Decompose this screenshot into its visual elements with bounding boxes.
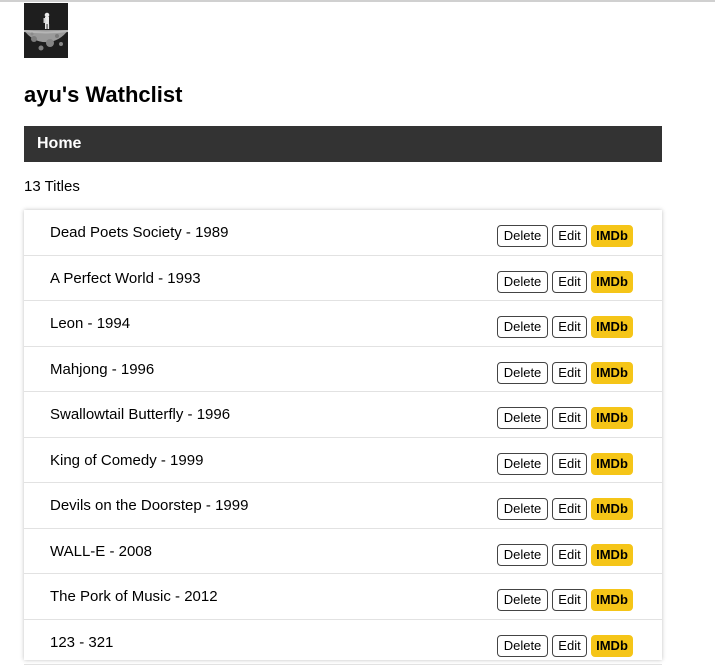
imdb-button[interactable]: IMDb: [591, 453, 633, 475]
edit-button[interactable]: Edit: [552, 271, 587, 293]
delete-button[interactable]: Delete: [497, 544, 548, 566]
list-item: Leon - 1994 Delete Edit IMDb: [24, 301, 662, 347]
title-count: 13 Titles: [24, 178, 80, 196]
list-item: The Pork of Music - 2012 Delete Edit IMD…: [24, 574, 662, 620]
edit-button[interactable]: Edit: [552, 453, 587, 475]
list-item: Mahjong - 1996 Delete Edit IMDb: [24, 347, 662, 393]
list-item: King of Comedy - 1999 Delete Edit IMDb: [24, 438, 662, 484]
imdb-button[interactable]: IMDb: [591, 316, 633, 338]
edit-button[interactable]: Edit: [552, 362, 587, 384]
edit-button[interactable]: Edit: [552, 498, 587, 520]
item-title: Dead Poets Society - 1989: [50, 224, 228, 242]
imdb-button[interactable]: IMDb: [591, 271, 633, 293]
imdb-button[interactable]: IMDb: [591, 589, 633, 611]
edit-button[interactable]: Edit: [552, 316, 587, 338]
navbar: Home: [24, 126, 662, 162]
delete-button[interactable]: Delete: [497, 453, 548, 475]
imdb-button[interactable]: IMDb: [591, 407, 633, 429]
edit-button[interactable]: Edit: [552, 544, 587, 566]
watchlist: Dead Poets Society - 1989 Delete Edit IM…: [24, 210, 662, 660]
list-item: Devils on the Doorstep - 1999 Delete Edi…: [24, 483, 662, 529]
item-title: Swallowtail Butterfly - 1996: [50, 406, 230, 424]
item-title: WALL-E - 2008: [50, 543, 152, 561]
edit-button[interactable]: Edit: [552, 407, 587, 429]
delete-button[interactable]: Delete: [497, 225, 548, 247]
edit-button[interactable]: Edit: [552, 589, 587, 611]
item-title: Devils on the Doorstep - 1999: [50, 497, 248, 515]
item-title: 123 - 321: [50, 634, 113, 652]
item-actions: Delete Edit IMDb: [497, 271, 633, 293]
item-actions: Delete Edit IMDb: [497, 362, 633, 384]
page-title: ayu's Wathclist: [24, 81, 182, 109]
item-actions: Delete Edit IMDb: [497, 589, 633, 611]
item-title: King of Comedy - 1999: [50, 452, 203, 470]
item-title: The Pork of Music - 2012: [50, 588, 218, 606]
item-actions: Delete Edit IMDb: [497, 453, 633, 475]
item-actions: Delete Edit IMDb: [497, 316, 633, 338]
top-border: [0, 0, 715, 2]
item-actions: Delete Edit IMDb: [497, 407, 633, 429]
delete-button[interactable]: Delete: [497, 589, 548, 611]
imdb-button[interactable]: IMDb: [591, 544, 633, 566]
list-item: Swallowtail Butterfly - 1996 Delete Edit…: [24, 392, 662, 438]
list-item: WALL-E - 2008 Delete Edit IMDb: [24, 529, 662, 575]
moon-astronaut-icon: [24, 3, 68, 58]
list-item: 123 - 321 Delete Edit IMDb: [24, 620, 662, 665]
item-title: Mahjong - 1996: [50, 361, 154, 379]
delete-button[interactable]: Delete: [497, 407, 548, 429]
delete-button[interactable]: Delete: [497, 316, 548, 338]
nav-home-link[interactable]: Home: [37, 135, 81, 153]
delete-button[interactable]: Delete: [497, 362, 548, 384]
imdb-button[interactable]: IMDb: [591, 362, 633, 384]
imdb-button[interactable]: IMDb: [591, 498, 633, 520]
item-actions: Delete Edit IMDb: [497, 498, 633, 520]
delete-button[interactable]: Delete: [497, 271, 548, 293]
item-title: A Perfect World - 1993: [50, 270, 201, 288]
edit-button[interactable]: Edit: [552, 225, 587, 247]
delete-button[interactable]: Delete: [497, 498, 548, 520]
imdb-button[interactable]: IMDb: [591, 225, 633, 247]
item-title: Leon - 1994: [50, 315, 130, 333]
avatar: [24, 3, 68, 58]
item-actions: Delete Edit IMDb: [497, 544, 633, 566]
list-item: A Perfect World - 1993 Delete Edit IMDb: [24, 256, 662, 302]
item-actions: Delete Edit IMDb: [497, 225, 633, 247]
list-item: Dead Poets Society - 1989 Delete Edit IM…: [24, 210, 662, 256]
